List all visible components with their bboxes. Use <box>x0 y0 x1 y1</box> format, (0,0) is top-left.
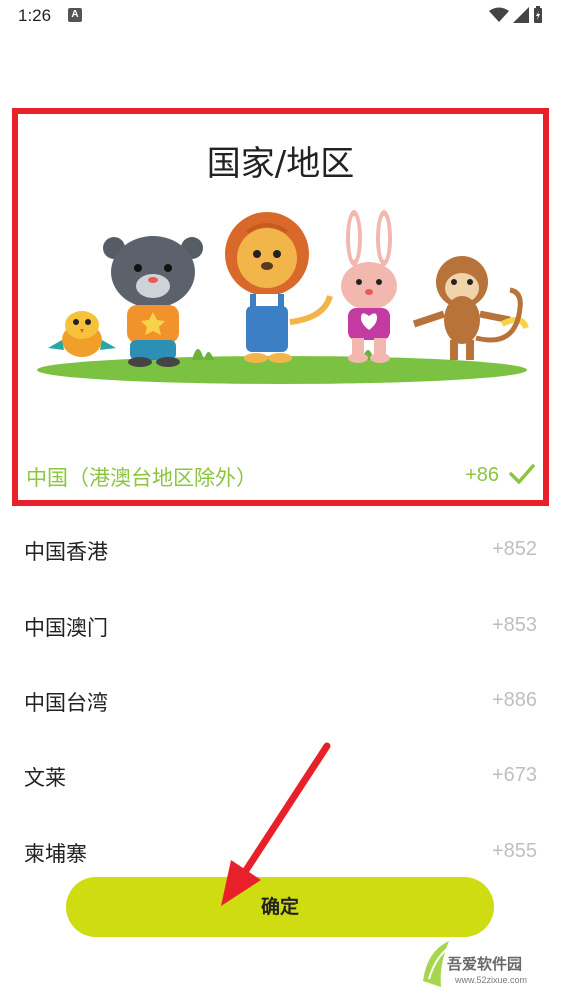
watermark-brand: 吾爱软件园 <box>447 955 523 973</box>
region-selector-card: 国家/地区 中国（港澳台地区除外） +86 <box>12 108 549 506</box>
list-item[interactable]: 中国台湾 +886 <box>0 663 561 737</box>
battery-icon <box>534 6 542 23</box>
country-code: +853 <box>491 614 537 636</box>
country-code: +886 <box>491 689 537 711</box>
status-bar: 1:26 A <box>0 0 561 34</box>
list-item[interactable]: 文莱 +673 <box>0 738 561 812</box>
selected-country-row[interactable]: 中国（港澳台地区除外） +86 <box>18 460 543 494</box>
list-item[interactable]: 中国香港 +852 <box>0 512 561 586</box>
signal-icon <box>513 7 529 23</box>
list-item[interactable]: 中国澳门 +853 <box>0 588 561 662</box>
watermark-url: www.52zixue.com <box>455 975 528 985</box>
country-name: 中国香港 <box>24 540 108 564</box>
check-icon <box>509 464 535 484</box>
selected-country-code: +86 <box>465 464 499 486</box>
page-title: 国家/地区 <box>206 144 355 184</box>
animal-illustration <box>37 210 529 384</box>
status-time: 1:26 <box>18 6 52 25</box>
country-name: 文莱 <box>24 766 66 790</box>
country-code: +852 <box>491 538 537 560</box>
status-icons <box>489 6 543 24</box>
notification-icon: A <box>68 8 82 22</box>
wifi-icon <box>489 7 509 22</box>
country-name: 柬埔寨 <box>24 842 87 866</box>
country-code: +855 <box>491 840 537 862</box>
country-code: +673 <box>491 764 537 786</box>
watermark: 吾爱软件园 www.52zixue.com <box>415 923 555 993</box>
selected-country-name: 中国（港澳台地区除外） <box>26 466 257 490</box>
country-name: 中国澳门 <box>24 616 108 640</box>
country-name: 中国台湾 <box>24 691 108 715</box>
